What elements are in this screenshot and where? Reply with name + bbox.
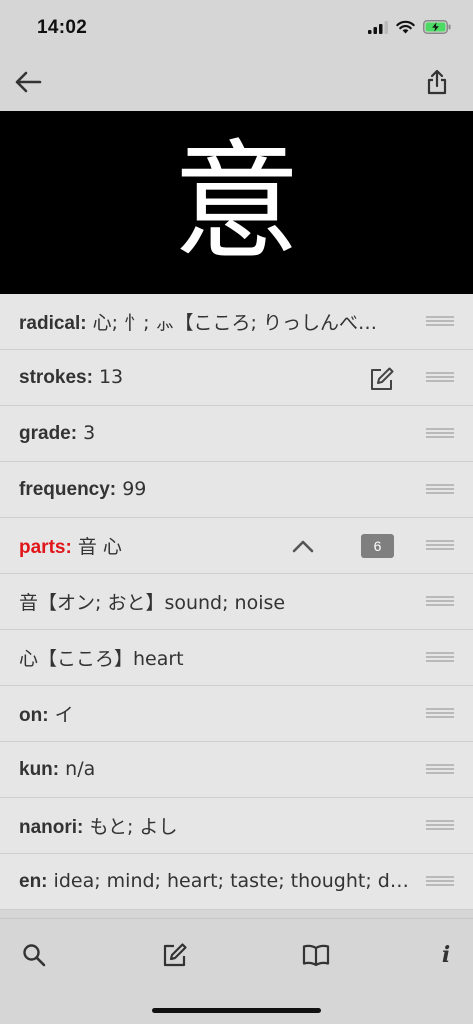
drag-handle-icon[interactable]	[426, 595, 454, 608]
parts-row[interactable]: parts: 音 心 6	[0, 518, 473, 574]
drag-handle-icon[interactable]	[426, 427, 454, 440]
back-button[interactable]	[10, 64, 46, 100]
radical-label: radical:	[19, 313, 87, 334]
on-reading-row[interactable]: on: イ	[0, 686, 473, 742]
dictionary-tab-button[interactable]	[298, 937, 334, 973]
search-tab-button[interactable]	[16, 937, 52, 973]
parts-label: parts:	[19, 537, 72, 558]
frequency-label: frequency:	[19, 479, 117, 500]
strokes-label: strokes:	[19, 367, 93, 388]
en-value: idea; mind; heart; taste; thought; desir…	[53, 870, 414, 892]
radical-row[interactable]: radical: 心; 忄; ⺗【こころ; りっしんべ…	[0, 294, 473, 350]
radical-value: 心; 忄; ⺗【こころ; りっしんべ…	[92, 312, 377, 334]
drag-handle-icon[interactable]	[426, 539, 454, 552]
kun-reading-row[interactable]: kun: n/a	[0, 742, 473, 798]
status-icons	[368, 20, 451, 34]
status-bar: 14:02	[0, 0, 473, 56]
edit-icon	[371, 367, 394, 390]
kanji-banner: 意	[0, 111, 473, 294]
battery-charging-icon	[423, 20, 451, 34]
frequency-value: 99	[122, 478, 147, 500]
wifi-icon	[396, 20, 415, 34]
parts-value: 音 心	[77, 536, 122, 558]
cellular-signal-icon	[368, 20, 388, 34]
part-item-row[interactable]: 音【オン; おと】sound; noise	[0, 574, 473, 630]
edit-icon	[163, 943, 187, 967]
app-screen: 14:02 意 radical: 心; 忄; ⺗【こころ; りっしんべ… str…	[0, 0, 473, 1024]
frequency-row[interactable]: frequency: 99	[0, 462, 473, 518]
nanori-label: nanori:	[19, 817, 84, 838]
book-icon	[302, 944, 330, 967]
nav-bar	[0, 56, 473, 111]
part-item-row[interactable]: 心【こころ】heart	[0, 630, 473, 686]
collapse-parts-button[interactable]	[291, 536, 315, 556]
grade-label: grade:	[19, 423, 78, 444]
en-label: en:	[19, 871, 48, 892]
share-button[interactable]	[419, 64, 455, 100]
drag-handle-icon[interactable]	[426, 763, 454, 776]
strokes-row[interactable]: strokes: 13	[0, 350, 473, 406]
info-icon: i	[441, 942, 451, 968]
on-value: イ	[54, 704, 74, 726]
status-time: 14:02	[37, 17, 88, 38]
stroke-edit-button[interactable]	[369, 366, 395, 392]
info-tab-button[interactable]: i	[428, 937, 464, 973]
kun-label: kun:	[19, 759, 60, 780]
parts-count-badge: 6	[361, 533, 394, 558]
drag-handle-icon[interactable]	[426, 371, 454, 384]
english-meaning-row[interactable]: en: idea; mind; heart; taste; thought; d…	[0, 854, 473, 910]
chevron-up-icon	[292, 540, 314, 552]
search-icon	[23, 944, 46, 967]
drag-handle-icon[interactable]	[426, 707, 454, 720]
grade-value: 3	[83, 422, 96, 444]
drag-handle-icon[interactable]	[426, 819, 454, 832]
drag-handle-icon[interactable]	[426, 483, 454, 496]
strokes-value: 13	[98, 366, 124, 388]
kun-value: n/a	[65, 758, 96, 780]
on-label: on:	[19, 705, 49, 726]
arrow-left-icon	[15, 71, 42, 93]
nanori-value: もと; よし	[89, 816, 178, 838]
kanji-info-list: radical: 心; 忄; ⺗【こころ; りっしんべ… strokes: 13…	[0, 294, 473, 910]
part-item-text: 音【オン; おと】sound; noise	[19, 592, 286, 614]
home-indicator	[152, 1008, 321, 1013]
share-icon	[427, 69, 447, 95]
part-item-text: 心【こころ】heart	[19, 648, 184, 670]
grade-row[interactable]: grade: 3	[0, 406, 473, 462]
nanori-row[interactable]: nanori: もと; よし	[0, 798, 473, 854]
drag-handle-icon[interactable]	[426, 315, 454, 328]
edit-tab-button[interactable]	[157, 937, 193, 973]
drag-handle-icon[interactable]	[426, 875, 454, 888]
kanji-character: 意	[172, 127, 301, 277]
drag-handle-icon[interactable]	[426, 651, 454, 664]
